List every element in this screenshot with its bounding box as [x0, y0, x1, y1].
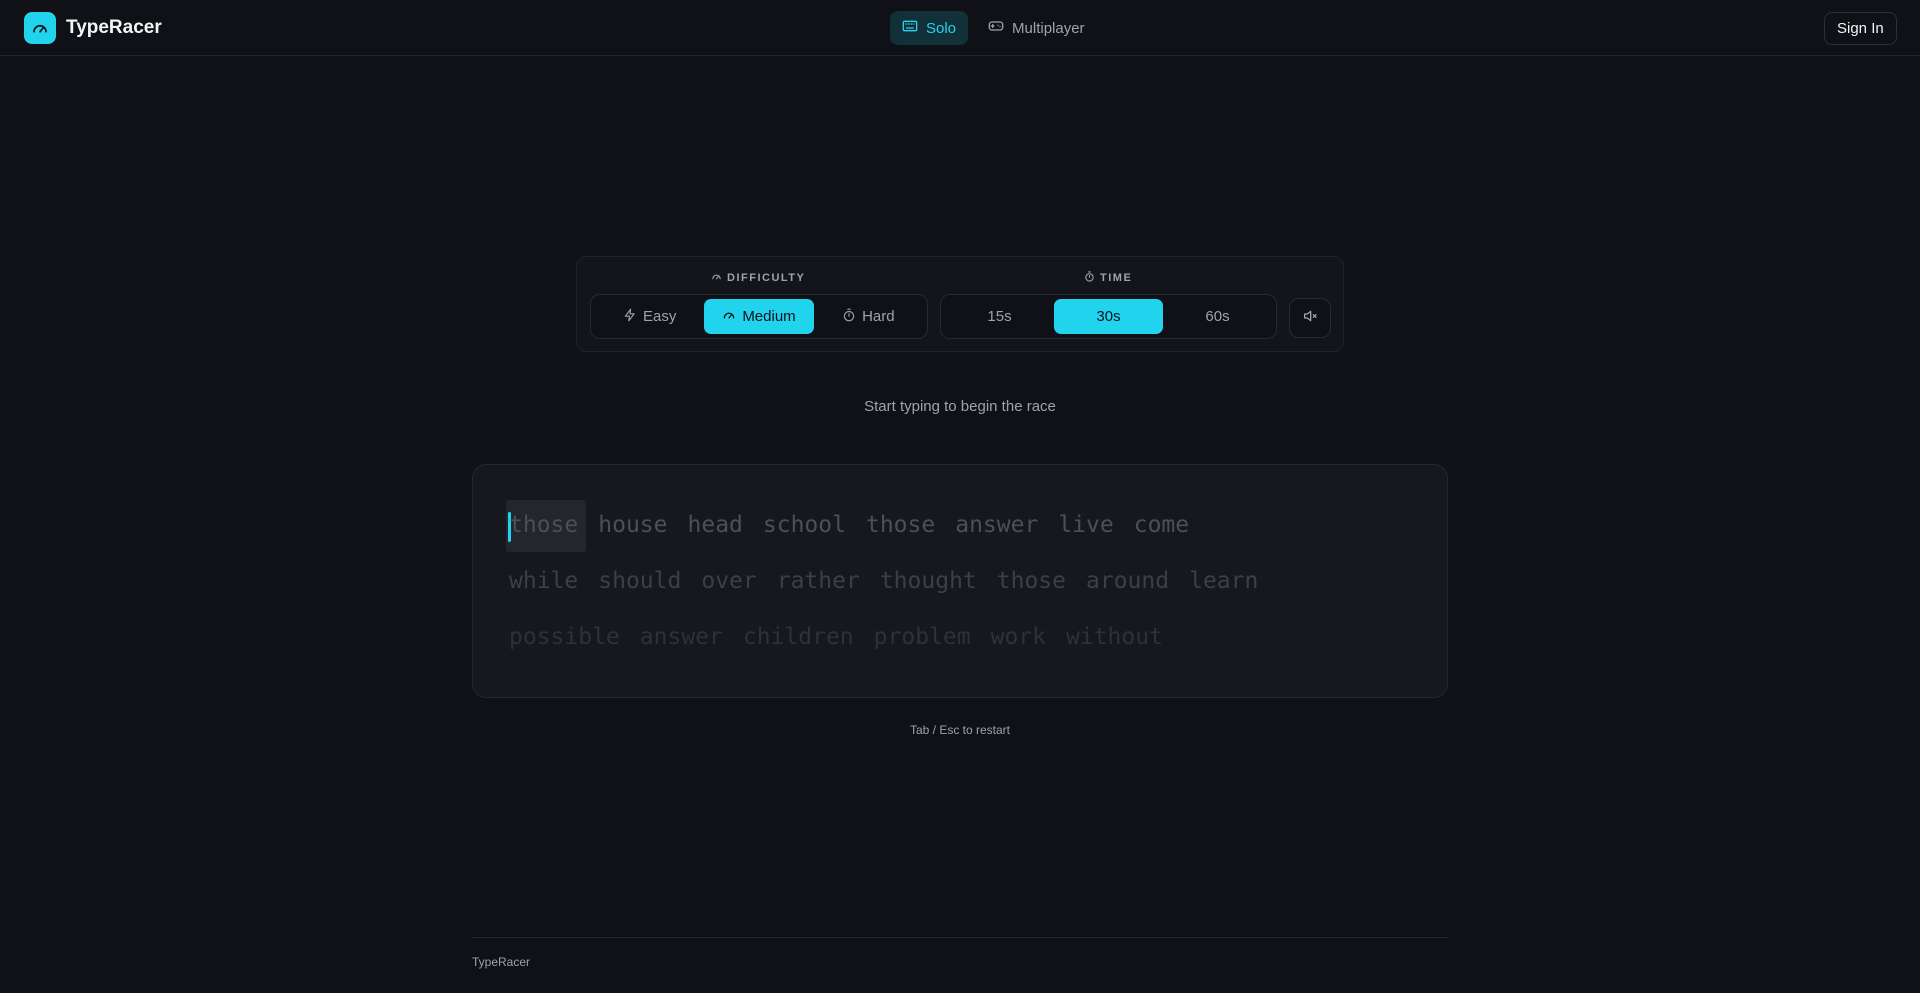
nav-solo-tab[interactable]: Solo: [890, 11, 969, 45]
time-title: TIME: [1084, 271, 1132, 285]
word: rather: [776, 568, 860, 594]
word: answer: [639, 624, 723, 650]
bolt-icon: [623, 308, 637, 326]
speedometer-logo-icon: [24, 12, 56, 44]
gauge-icon: [722, 308, 736, 326]
speaker-muted-icon: [1302, 308, 1318, 329]
gauge-icon: [711, 271, 722, 285]
word: learn: [1189, 568, 1259, 594]
word: while: [509, 568, 579, 594]
word: those: [996, 568, 1067, 594]
word-line-3: possible answer children problem work without: [509, 624, 1183, 650]
word-line-2: while should over rather thought those around l…: [509, 568, 1278, 594]
timer-icon: [842, 308, 856, 326]
restart-hint: Tab / Esc to restart: [909, 723, 1011, 737]
sign-in-button[interactable]: Sign In: [1824, 12, 1897, 45]
nav-multiplayer-tab[interactable]: Multiplayer: [976, 11, 1097, 45]
brand[interactable]: TypeRacer: [24, 12, 162, 44]
top-navbar: TypeRacer Solo Multiplayer Sign In: [0, 0, 1920, 56]
time-60s-button[interactable]: 60s: [1163, 299, 1272, 334]
word: thought: [879, 568, 977, 594]
mode-nav: Solo Multiplayer: [890, 11, 1097, 45]
time-30s-button[interactable]: 30s: [1054, 299, 1163, 334]
difficulty-easy-label: Easy: [642, 308, 677, 325]
word: without: [1065, 624, 1163, 650]
difficulty-hard-label: Hard: [862, 308, 895, 325]
start-hint: Start typing to begin the race: [864, 398, 1056, 415]
word: those: [509, 512, 579, 538]
word-line-1: those house head school those answer live come: [509, 512, 1209, 538]
nav-solo-label: Solo: [926, 19, 957, 37]
word: around: [1086, 568, 1170, 594]
time-15s-button[interactable]: 15s: [945, 299, 1054, 334]
word: come: [1133, 512, 1190, 538]
difficulty-hard-button[interactable]: Hard: [814, 299, 923, 334]
word: answer: [955, 512, 1039, 538]
difficulty-selector: Easy Medium Hard: [590, 294, 928, 339]
time-60s-label: 60s: [1205, 308, 1230, 325]
difficulty-easy-button[interactable]: Easy: [595, 299, 704, 334]
word: work: [990, 624, 1046, 650]
brand-name: TypeRacer: [66, 17, 162, 38]
footer-brand: TypeRacer: [472, 955, 531, 969]
difficulty-title: DIFFICULTY: [711, 271, 805, 285]
time-title-label: TIME: [1100, 272, 1133, 284]
keyboard-icon: [902, 18, 918, 38]
mute-toggle-button[interactable]: [1289, 298, 1331, 338]
word: those: [865, 512, 936, 538]
stopwatch-icon: [1084, 271, 1095, 285]
word: should: [598, 568, 682, 594]
nav-multiplayer-label: Multiplayer: [1012, 19, 1085, 37]
word: over: [701, 568, 757, 594]
time-selector: 15s 30s 60s: [940, 294, 1277, 339]
word: possible: [509, 624, 620, 650]
footer-divider: [472, 937, 1448, 938]
word: live: [1058, 512, 1114, 538]
race-settings-panel: DIFFICULTY TIME Easy Medium Hard 15s 30s…: [576, 256, 1344, 352]
difficulty-medium-button[interactable]: Medium: [704, 299, 814, 334]
difficulty-medium-label: Medium: [742, 308, 796, 325]
typing-area[interactable]: those house head school those answer live come …: [472, 464, 1448, 698]
time-15s-label: 15s: [987, 308, 1012, 325]
time-30s-label: 30s: [1096, 308, 1121, 325]
word: head: [687, 512, 743, 538]
difficulty-title-label: DIFFICULTY: [727, 272, 806, 284]
word: children: [742, 624, 854, 650]
word: school: [762, 512, 846, 538]
word: problem: [873, 624, 971, 650]
word: house: [598, 512, 668, 538]
gamepad-icon: [988, 18, 1004, 38]
